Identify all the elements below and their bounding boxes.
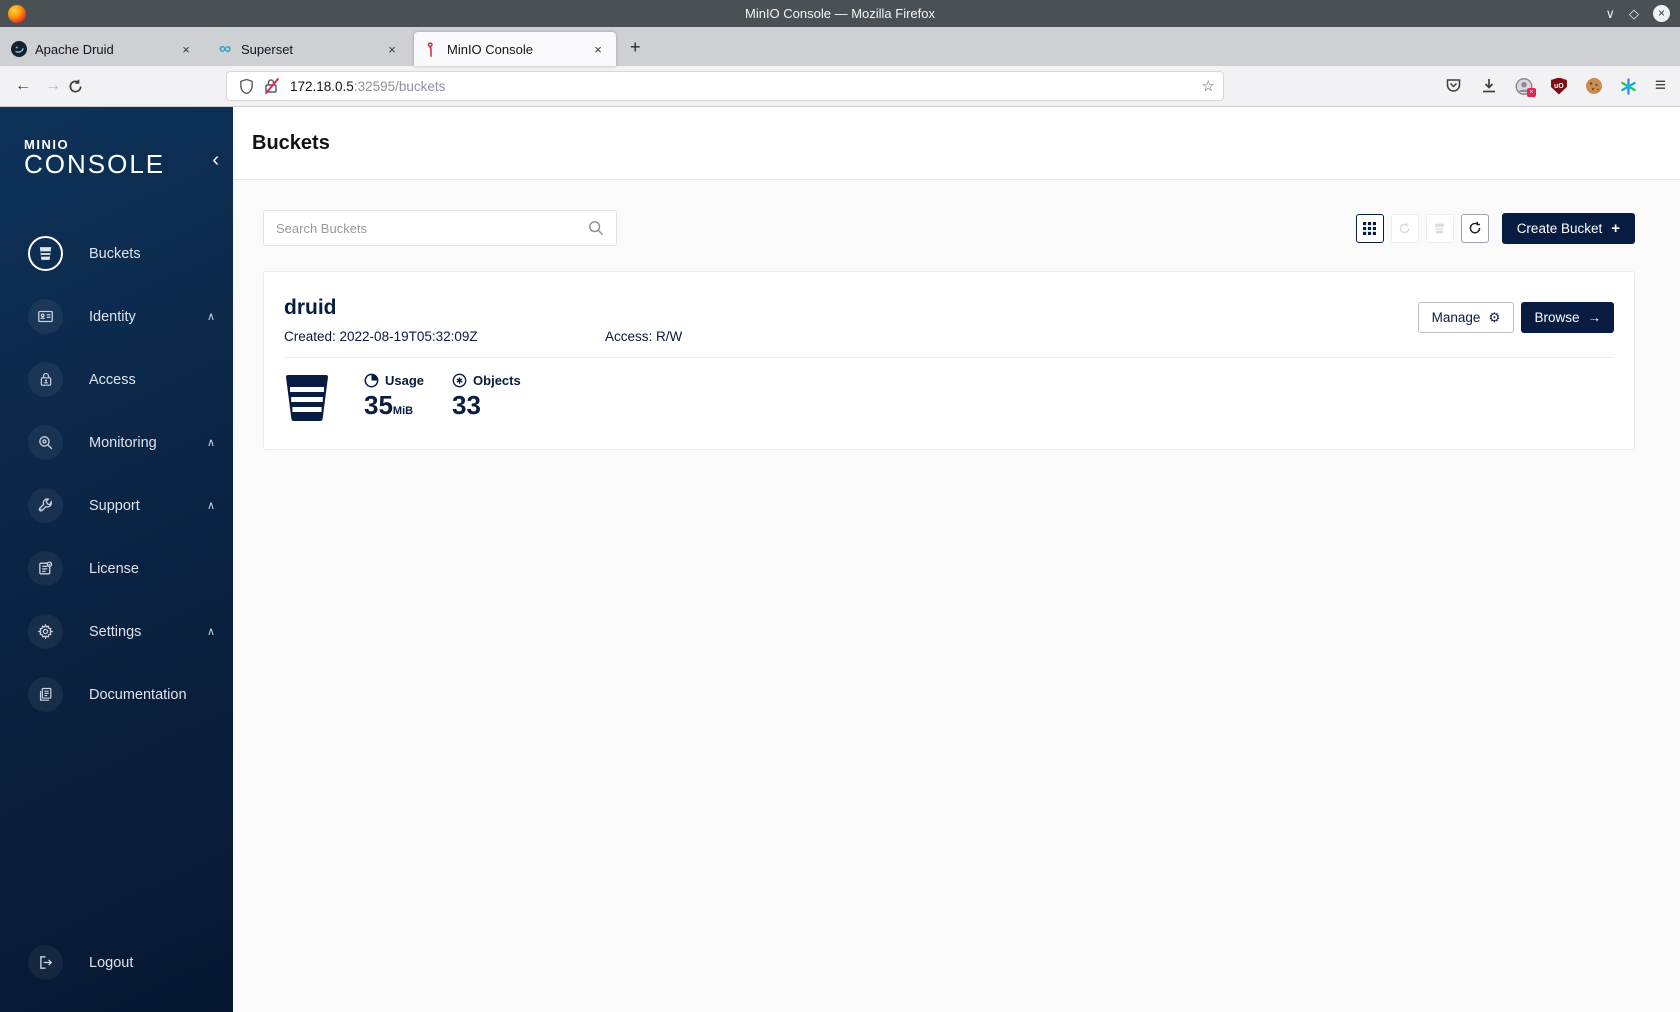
gear-icon: ⚙ — [1488, 309, 1501, 325]
search-buckets-field[interactable] — [263, 210, 617, 246]
sidebar-item-label: Logout — [89, 954, 134, 971]
apache-druid-favicon — [11, 41, 27, 57]
maximize-icon[interactable]: ◇ — [1629, 5, 1639, 23]
monitoring-search-icon — [28, 425, 63, 460]
bucket-created: Created: 2022-08-19T05:32:09Z — [284, 329, 478, 344]
objects-icon — [452, 373, 467, 388]
window-title: MinIO Console — Mozilla Firefox — [745, 6, 935, 21]
sidebar-item-license[interactable]: License — [0, 537, 233, 600]
firefox-logo-icon — [8, 4, 26, 23]
tab-close-icon[interactable]: × — [383, 42, 401, 57]
tab-label: Superset — [241, 41, 294, 57]
tab-strip: Apache Druid × ∞ Superset × MinIO Consol… — [0, 27, 1680, 66]
sidebar-item-access[interactable]: Access — [0, 348, 233, 411]
account-icon[interactable]: × — [1515, 77, 1536, 97]
gear-icon — [28, 614, 63, 649]
search-input[interactable] — [276, 220, 588, 236]
tab-apache-druid[interactable]: Apache Druid × — [2, 32, 204, 66]
sidebar-item-label: Access — [89, 371, 136, 388]
id-card-icon — [28, 299, 63, 334]
sidebar-item-logout[interactable]: Logout — [0, 931, 233, 994]
close-icon[interactable]: × — [1653, 5, 1670, 22]
sidebar-item-monitoring[interactable]: Monitoring ∧ — [0, 411, 233, 474]
back-icon[interactable]: ← — [8, 77, 38, 95]
extension-asterisk-icon[interactable] — [1620, 77, 1638, 95]
chevron-up-icon[interactable]: ∧ — [207, 436, 215, 449]
logout-icon — [28, 945, 63, 980]
sidebar-item-label: Monitoring — [89, 434, 157, 451]
tab-close-icon[interactable]: × — [177, 42, 195, 57]
browse-bucket-button[interactable]: Browse → — [1521, 302, 1614, 333]
page-title: Buckets — [252, 131, 330, 154]
usage-metric: Usage 35MiB — [364, 373, 425, 420]
bucket-card: druid Created: 2022-08-19T05:32:09Z Acce… — [263, 271, 1635, 450]
page-header: Buckets — [233, 107, 1680, 180]
create-bucket-button[interactable]: Create Bucket + — [1501, 212, 1635, 244]
insecure-lock-icon[interactable] — [264, 77, 280, 95]
tracking-shield-icon[interactable] — [239, 78, 254, 95]
sidebar-item-identity[interactable]: Identity ∧ — [0, 285, 233, 348]
support-wrench-icon — [28, 488, 63, 523]
forward-icon[interactable]: → — [38, 77, 68, 95]
url-path: :32595/buckets — [353, 78, 446, 94]
sidebar-item-label: Settings — [89, 623, 142, 640]
delete-buckets-button[interactable] — [1425, 213, 1454, 243]
refresh-button[interactable] — [1460, 213, 1489, 243]
sidebar-item-settings[interactable]: Settings ∧ — [0, 600, 233, 663]
bookmark-star-icon[interactable]: ☆ — [1202, 77, 1215, 95]
search-icon — [588, 220, 604, 236]
sidebar-collapse-icon[interactable]: ‹ — [212, 149, 219, 172]
new-tab-button[interactable]: + — [620, 37, 653, 66]
sidebar-item-documentation[interactable]: Documentation — [0, 663, 233, 726]
bucket-icon — [28, 236, 63, 271]
tab-label: MinIO Console — [447, 41, 533, 57]
bucket-access: Access: R/W — [605, 329, 683, 344]
chevron-up-icon[interactable]: ∧ — [207, 310, 215, 323]
menu-hamburger-icon[interactable]: ≡ — [1655, 75, 1666, 97]
minimize-icon[interactable]: ∨ — [1605, 5, 1615, 23]
plus-icon: + — [1611, 219, 1620, 237]
superset-favicon: ∞ — [218, 39, 232, 58]
license-document-icon — [28, 551, 63, 586]
tab-close-icon[interactable]: × — [589, 42, 607, 57]
lock-user-icon — [28, 362, 63, 397]
url-text: 172.18.0.5:32595/buckets — [290, 79, 445, 94]
ublock-origin-icon[interactable]: uO — [1550, 77, 1568, 95]
documentation-book-icon — [28, 677, 63, 712]
window-titlebar: MinIO Console — Mozilla Firefox ∨ ◇ × — [0, 0, 1680, 27]
sidebar-item-label: Buckets — [89, 245, 141, 262]
objects-metric: Objects 33 — [452, 373, 521, 420]
sidebar-item-label: Identity — [89, 308, 136, 325]
sidebar-item-label: Support — [89, 497, 140, 514]
sidebar-item-buckets[interactable]: Buckets — [0, 222, 233, 285]
usage-pie-icon — [364, 373, 379, 388]
sidebar-item-label: License — [89, 560, 139, 577]
url-bar[interactable]: 172.18.0.5:32595/buckets ☆ — [226, 71, 1224, 101]
download-icon[interactable] — [1480, 77, 1498, 95]
account-error-badge: × — [1526, 88, 1536, 97]
sidebar: MINIO CONSOLE ‹ Buckets Identity ∧ Acces… — [0, 107, 233, 1012]
manage-bucket-button[interactable]: Manage ⚙ — [1417, 302, 1515, 333]
bucket-icon-large — [284, 373, 330, 423]
grid-view-button[interactable] — [1355, 213, 1384, 243]
sidebar-item-support[interactable]: Support ∧ — [0, 474, 233, 537]
minio-flamingo-favicon — [423, 41, 439, 57]
reload-icon[interactable] — [68, 79, 98, 94]
tab-superset[interactable]: ∞ Superset × — [208, 32, 410, 66]
chevron-up-icon[interactable]: ∧ — [207, 625, 215, 638]
bucket-name-link[interactable]: druid — [284, 296, 337, 320]
cookie-extension-icon[interactable] — [1585, 77, 1603, 95]
chevron-up-icon[interactable]: ∧ — [207, 499, 215, 512]
minio-logo: MINIO CONSOLE — [24, 137, 166, 179]
sidebar-item-label: Documentation — [89, 686, 187, 703]
tab-minio-console[interactable]: MinIO Console × — [414, 32, 616, 66]
tab-label: Apache Druid — [35, 41, 114, 57]
arrow-right-icon: → — [1587, 310, 1602, 325]
pocket-icon[interactable] — [1445, 77, 1463, 95]
browser-toolbar: ← → 172.18.0.5:32595/buckets ☆ × uO ≡ — [0, 66, 1680, 107]
url-host: 172.18.0.5 — [290, 78, 354, 94]
sync-lifecycle-button[interactable] — [1390, 213, 1419, 243]
